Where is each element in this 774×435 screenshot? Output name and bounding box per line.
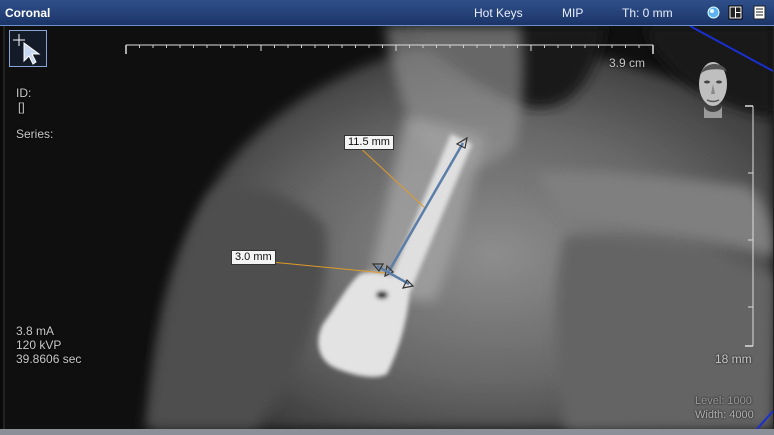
viewer-bottom-border — [0, 429, 774, 435]
window-width: Width: 4000 — [695, 409, 754, 421]
layout-icon[interactable] — [728, 5, 743, 20]
width-measure-line[interactable] — [376, 264, 410, 286]
view-title: Coronal — [5, 6, 51, 20]
ct-image-viewport[interactable]: 11.5 mm 3.0 mm 3.9 cm 18 mm ID: [] Serie… — [3, 26, 774, 429]
leader-line-length — [355, 143, 426, 209]
patient-id-label: ID: — [16, 86, 32, 100]
length-measurement-label[interactable]: 11.5 mm — [344, 135, 394, 150]
measurement-lines — [270, 136, 468, 289]
series-label: Series: — [16, 127, 54, 141]
length-measure-line[interactable] — [387, 142, 465, 272]
cursor-arrow-icon — [13, 34, 41, 65]
head-orientation-icon[interactable] — [694, 56, 732, 118]
right-scale-label: 18 mm — [715, 352, 752, 366]
hot-keys-menu[interactable]: Hot Keys — [474, 6, 523, 20]
patient-id-value: [] — [18, 100, 25, 114]
pointer-tool-button[interactable] — [9, 30, 47, 67]
viewer-title-bar: Coronal Hot Keys MIP Th: 0 mm — [0, 0, 774, 26]
report-icon[interactable] — [752, 5, 767, 20]
tube-voltage: 120 kVP — [16, 338, 62, 352]
tube-current: 3.8 mA — [16, 324, 55, 338]
thickness-menu[interactable]: Th: 0 mm — [622, 6, 673, 20]
mip-menu[interactable]: MIP — [562, 6, 583, 20]
width-measurement-label[interactable]: 3.0 mm — [231, 250, 276, 265]
exposure-time: 39.8606 sec — [16, 352, 82, 366]
window-level: Level: 1000 — [695, 395, 752, 407]
sphere-icon[interactable] — [706, 5, 721, 20]
top-scale-label: 3.9 cm — [609, 56, 646, 70]
leader-line-width — [270, 261, 386, 274]
